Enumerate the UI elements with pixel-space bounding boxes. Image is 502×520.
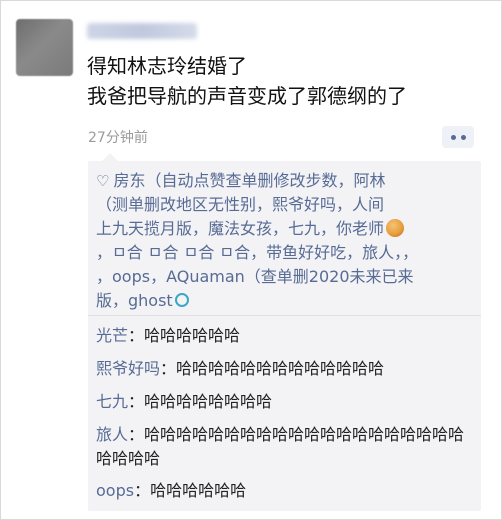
comment-text: 哈哈哈哈哈哈哈哈 <box>144 392 273 411</box>
comment-item[interactable]: 七九：哈哈哈哈哈哈哈哈 <box>96 390 478 414</box>
comment-section: ♡ 房东（自动点赞查单删修改步数，阿林 （测单删改地区无性别，熙爷好吗，人间 上九… <box>88 153 481 511</box>
comment-author[interactable]: 七九 <box>96 392 128 411</box>
comment-text: 哈哈哈哈哈哈哈哈哈哈哈哈哈 <box>176 359 385 378</box>
moments-post: 得知林志玲结婚了 我爸把导航的声音变成了郭德纲的了 27分钟前 ♡ 房东（自动点赞… <box>0 0 502 520</box>
comment-author[interactable]: 光芒 <box>96 326 128 345</box>
comment-colon: ： <box>128 425 145 444</box>
likes-line[interactable]: ，oops，AQuaman（查单删2020未来已来 <box>96 265 478 289</box>
post-text: 得知林志玲结婚了 我爸把导航的声音变成了郭德纲的了 <box>87 51 487 111</box>
divider <box>88 315 481 316</box>
comment-colon: ： <box>160 359 177 378</box>
likes-list: ♡ 房东（自动点赞查单删修改步数，阿林 （测单删改地区无性别，熙爷好吗，人间 上九… <box>96 169 478 313</box>
comment-author[interactable]: oops <box>96 481 134 500</box>
avatar[interactable] <box>16 19 73 76</box>
more-dots-icon <box>460 134 466 140</box>
comment-author[interactable]: 熙爷好吗 <box>96 359 160 378</box>
likes-line: 版，ghost <box>96 289 478 313</box>
emoji-icon <box>386 219 405 237</box>
comment-item[interactable]: 旅人：哈哈哈哈哈哈哈哈哈哈哈哈哈哈哈哈哈哈哈哈哈哈哈哈 <box>96 423 478 471</box>
heart-icon: ♡ <box>96 172 110 190</box>
more-actions-button[interactable] <box>442 126 474 148</box>
more-dots-icon <box>450 134 456 140</box>
likes-line[interactable]: （测单删改地区无性别，熙爷好吗，人间 <box>96 193 478 217</box>
comment-colon: ： <box>128 392 145 411</box>
post-timestamp: 27分钟前 <box>88 130 148 146</box>
likes-line[interactable]: ，ㅁ合 ㅁ合 ㅁ合 ㅁ合，带鱼好好吃，旅人，， <box>96 241 478 265</box>
comment-text: 哈哈哈哈哈哈哈哈哈哈哈哈哈哈哈哈哈哈哈哈哈哈哈哈 <box>96 425 465 468</box>
comment-author[interactable]: 旅人 <box>96 425 128 444</box>
author-name-blurred[interactable] <box>87 23 197 39</box>
likes-line: ♡ 房东（自动点赞查单删修改步数，阿林 <box>96 169 478 193</box>
likes-text[interactable]: 房东（自动点赞查单删修改步数，阿林 <box>113 171 385 190</box>
circle-icon <box>174 293 189 307</box>
comment-item[interactable]: 光芒：哈哈哈哈哈哈 <box>96 324 478 348</box>
comment-colon: ： <box>128 326 145 345</box>
comment-text: 哈哈哈哈哈哈 <box>144 326 241 345</box>
post-line-2: 我爸把导航的声音变成了郭德纲的了 <box>87 84 407 108</box>
likes-line: 上九天揽月版，魔法女孩，七九，你老师 <box>96 217 478 241</box>
comment-item[interactable]: 熙爷好吗：哈哈哈哈哈哈哈哈哈哈哈哈哈 <box>96 357 478 381</box>
comment-text: 哈哈哈哈哈哈 <box>150 481 247 500</box>
comment-item[interactable]: oops：哈哈哈哈哈哈 <box>96 479 478 503</box>
comment-colon: ： <box>134 481 151 500</box>
likes-text[interactable]: 版，ghost <box>96 291 173 310</box>
likes-text[interactable]: 上九天揽月版，魔法女孩，七九，你老师 <box>96 219 384 238</box>
post-line-1: 得知林志玲结婚了 <box>87 54 247 78</box>
